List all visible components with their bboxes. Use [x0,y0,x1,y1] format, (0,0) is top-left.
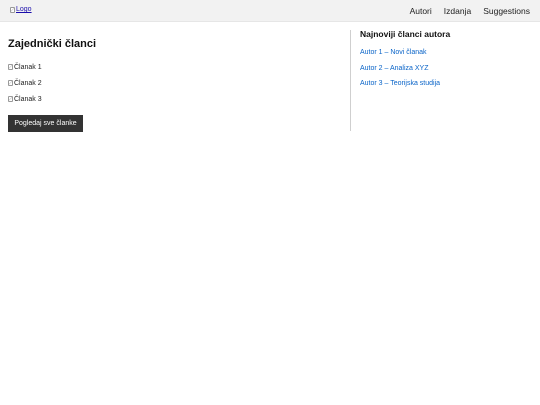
broken-image-icon [8,64,13,70]
article-image-2[interactable]: Članak 2 [8,75,338,91]
article-image-3[interactable]: Članak 3 [8,91,338,107]
sidebar-link-autor-1[interactable]: Autor 1 – Novi članak [360,45,530,61]
logo-link[interactable]: Logo [10,6,32,13]
sidebar: Najnoviji članci autora Autor 1 – Novi č… [360,29,530,92]
article-image-1[interactable]: Članak 1 [8,59,338,75]
vertical-divider [350,30,351,131]
logo-alt-text: Logo [16,6,32,13]
nav-item-suggestions[interactable]: Suggestions [483,6,530,16]
page-title: Zajednički članci [8,38,97,50]
article-alt-text: Članak 3 [14,95,42,103]
broken-image-icon [8,96,13,102]
top-navigation-bar: Logo Autori Izdanja Suggestions [0,0,540,22]
main-nav: Autori Izdanja Suggestions [410,0,530,21]
article-alt-text: Članak 2 [14,79,42,87]
main-content: Zajednički članci Članak 1 Članak 2 Član… [8,38,338,132]
nav-item-izdanja[interactable]: Izdanja [444,6,471,16]
nav-item-autori[interactable]: Autori [410,6,432,16]
broken-image-icon [8,80,13,86]
sidebar-link-list: Autor 1 – Novi članak Autor 2 – Analiza … [360,45,530,92]
view-all-articles-button[interactable]: Pogledaj sve članke [8,115,83,132]
sidebar-link-autor-2[interactable]: Autor 2 – Analiza XYZ [360,61,530,77]
sidebar-title: Najnoviji članci autora [360,29,451,39]
article-list: Članak 1 Članak 2 Članak 3 [8,59,338,107]
article-alt-text: Članak 1 [14,63,42,71]
sidebar-link-autor-3[interactable]: Autor 3 – Teorijska studija [360,76,530,92]
broken-image-icon [10,6,15,13]
